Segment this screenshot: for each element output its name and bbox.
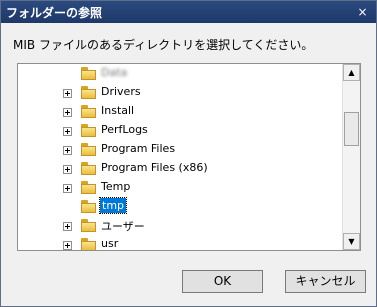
tree-item-label: Temp [101,180,131,193]
close-button[interactable]: × [354,4,371,20]
tree-item-label: Program Files [101,142,176,155]
folder-icon [81,105,96,118]
tree-item[interactable]: Program Files (x86) [18,159,338,179]
tree-item-label: Drivers [101,85,141,98]
scroll-down-button[interactable]: ▼ [343,233,360,250]
tree-item[interactable]: Install [18,102,338,122]
folder-icon [81,181,96,194]
tree-item-selected[interactable]: tmp [18,197,338,217]
expand-icon[interactable] [63,127,72,136]
tree-item-label: PerfLogs [101,123,148,136]
tree-item[interactable]: Data [18,64,338,84]
tree-item[interactable]: usr [18,235,338,250]
expand-icon[interactable] [63,108,72,117]
vertical-scrollbar[interactable]: ▲ ▼ [342,64,360,250]
tree-item[interactable]: Temp [18,178,338,198]
expand-icon[interactable] [63,165,72,174]
expand-icon[interactable] [63,241,72,250]
tree-item[interactable]: Program Files [18,140,338,160]
expand-icon[interactable] [63,222,72,231]
tree-item-label: Data [101,66,128,79]
folder-icon [81,200,96,213]
tree-item[interactable]: ユーザー [18,216,338,236]
dialog-title: フォルダーの参照 [6,6,103,20]
expand-icon[interactable] [63,146,72,155]
folder-icon [81,67,96,80]
scroll-up-button[interactable]: ▲ [343,64,360,81]
folder-icon [81,162,96,175]
cancel-button[interactable]: キャンセル [285,270,366,293]
expand-icon[interactable] [63,184,72,193]
tree-item-label: ユーザー [101,220,145,233]
tree-item-label: usr [101,237,119,250]
folder-icon [81,86,96,99]
folder-icon [81,143,96,156]
tree-item-label: tmp [98,197,128,214]
tree-item-label: Program Files (x86) [101,161,208,174]
ok-button[interactable]: OK [182,270,263,293]
tree-item[interactable]: PerfLogs [18,121,338,141]
tree-item[interactable]: Drivers [18,83,338,103]
expand-icon[interactable] [63,89,72,98]
browse-folder-dialog: フォルダーの参照 × MIB ファイルのあるディレクトリを選択してください。 D… [0,0,377,307]
scroll-thumb[interactable] [344,112,359,146]
tree-item-label: Install [101,104,135,117]
folder-tree[interactable]: Data Drivers Install PerfLogs Program Fi… [17,63,361,251]
instruction-text: MIB ファイルのあるディレクトリを選択してください。 [13,38,314,52]
folder-icon [81,219,96,232]
title-bar[interactable]: フォルダーの参照 × [1,1,376,23]
folder-icon [81,238,96,250]
folder-icon [81,124,96,137]
